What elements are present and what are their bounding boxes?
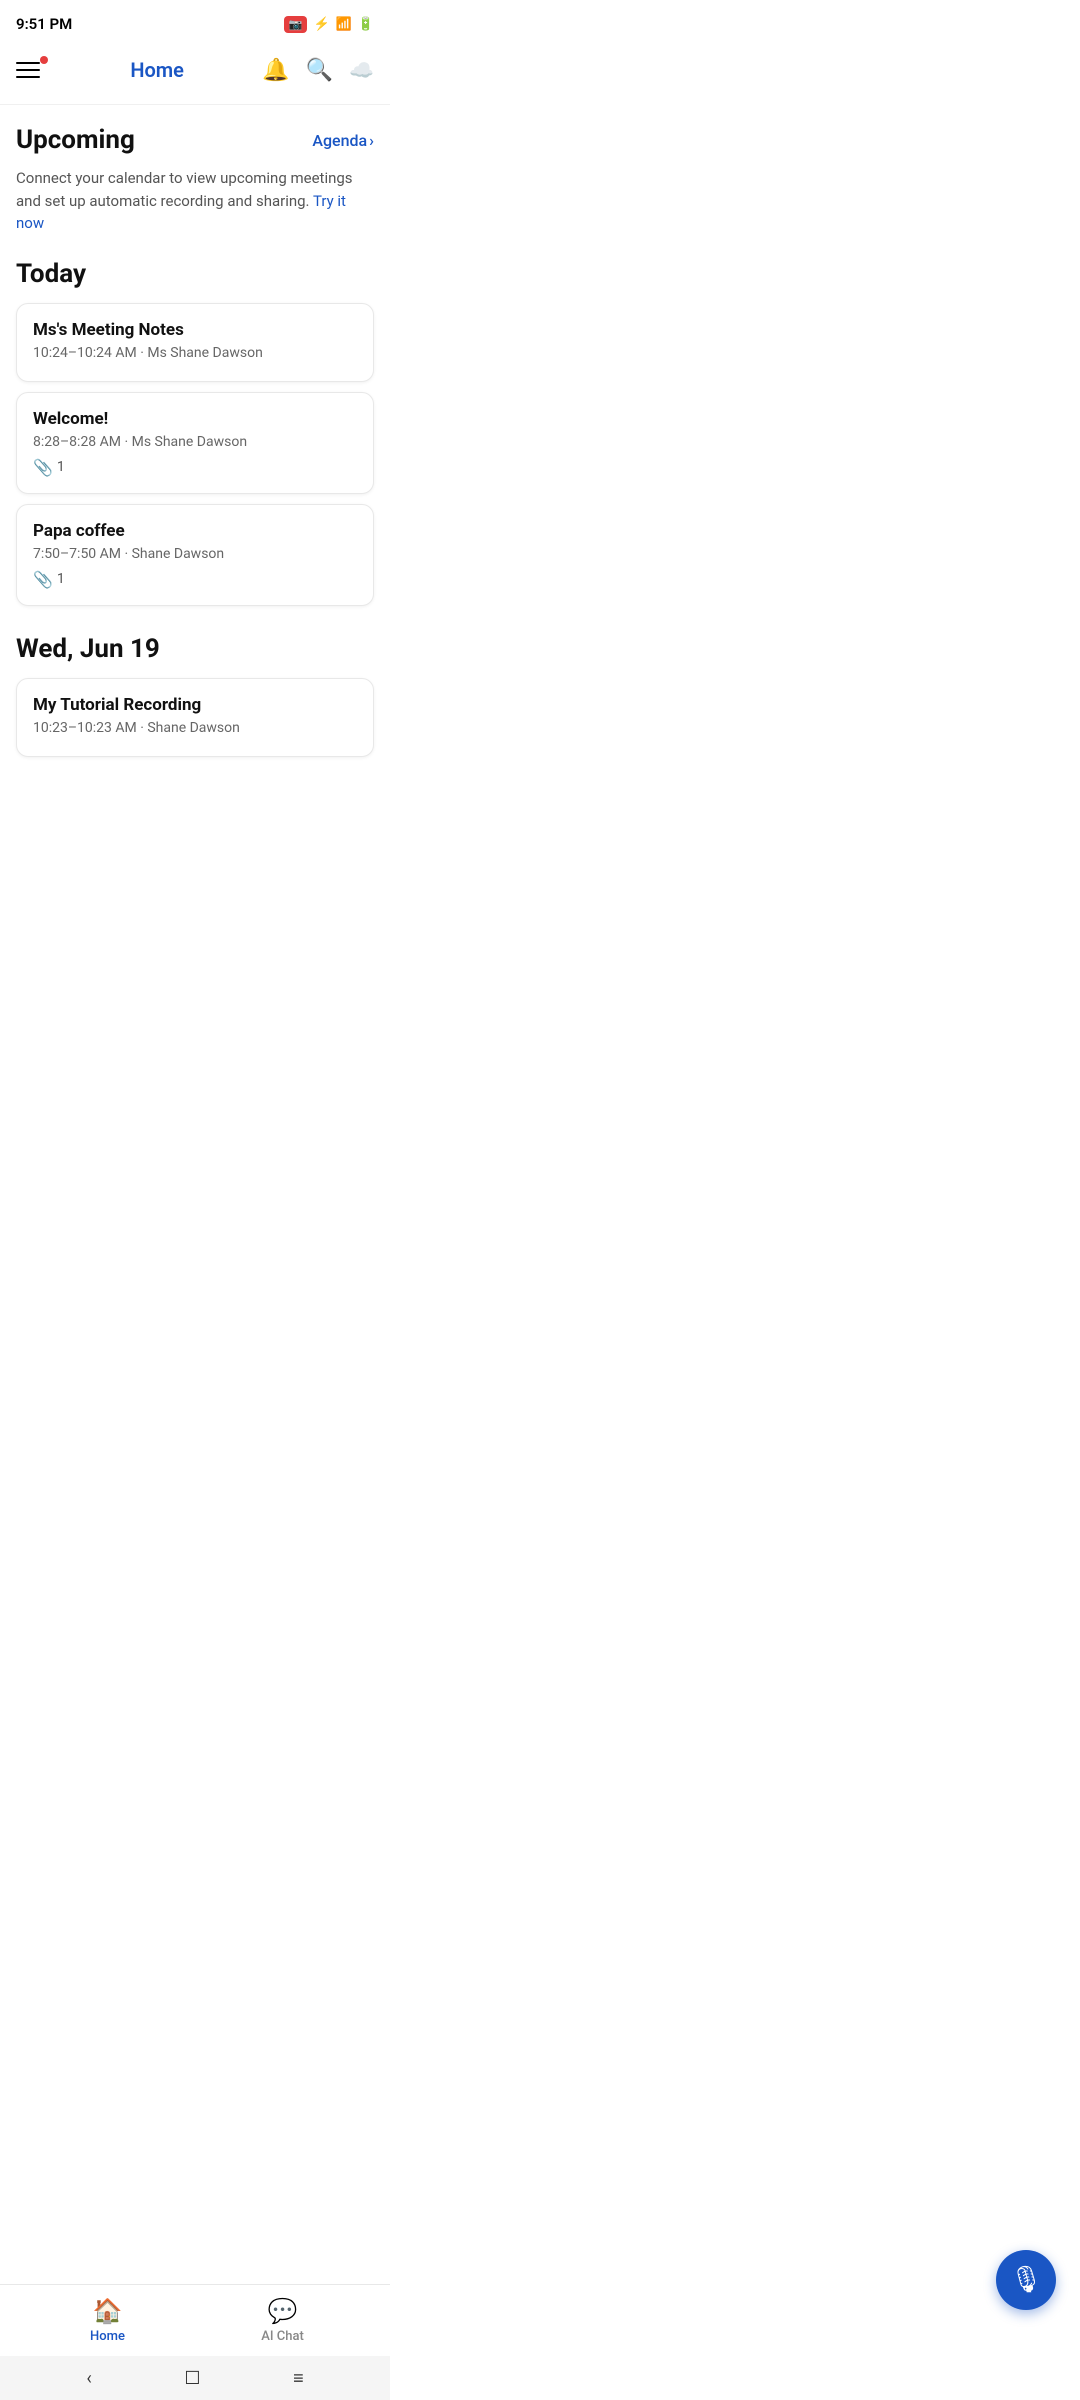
nav-ai-chat[interactable]: 💬 AI Chat	[195, 2289, 370, 2352]
menu-line-1	[16, 62, 40, 64]
notification-icon[interactable]: 🔔	[262, 58, 289, 83]
connect-text-body: Connect your calendar to view upcoming m…	[16, 169, 353, 210]
meeting-actions-3: 📎 1	[33, 570, 357, 589]
meeting-actions-2: 📎 1	[33, 458, 357, 477]
home-nav-icon: 🏠	[93, 2297, 123, 2325]
ai-chat-nav-label: AI Chat	[261, 2329, 304, 2344]
status-icons: 📷 ⚡ 📶 🔋	[284, 16, 374, 33]
bottom-nav: 🏠 Home 💬 AI Chat	[0, 2284, 390, 2356]
clip-count-3: 1	[57, 571, 65, 587]
main-content: Upcoming Agenda › Connect your calendar …	[0, 109, 390, 867]
wifi-icon: 📶	[336, 17, 352, 32]
upload-icon[interactable]: ☁️	[349, 58, 374, 82]
menu-line-2	[16, 69, 40, 71]
menu-notification-dot	[40, 56, 48, 64]
wed-date-title: Wed, Jun 19	[16, 634, 374, 664]
app-header: Home 🔔 🔍 ☁️	[0, 44, 390, 100]
meeting-meta-3: 7:50–7:50 AM · Shane Dawson	[33, 546, 357, 562]
system-back-button[interactable]: ‹	[86, 2368, 91, 2389]
meeting-card-3[interactable]: Papa coffee 7:50–7:50 AM · Shane Dawson …	[16, 504, 374, 606]
search-icon[interactable]: 🔍	[306, 58, 333, 83]
connect-calendar-text: Connect your calendar to view upcoming m…	[16, 167, 374, 235]
today-section: Today Ms's Meeting Notes 10:24–10:24 AM …	[16, 259, 374, 606]
agenda-link[interactable]: Agenda ›	[312, 131, 374, 150]
clip-icon-3: 📎	[33, 570, 53, 589]
system-nav-bar: ‹ ☐ ≡	[0, 2356, 390, 2400]
menu-button[interactable]	[16, 52, 52, 88]
meeting-title-2: Welcome!	[33, 409, 357, 429]
menu-line-3	[16, 76, 40, 78]
meeting-meta-1: 10:24–10:24 AM · Ms Shane Dawson	[33, 345, 357, 361]
meeting-card-wed-1[interactable]: My Tutorial Recording 10:23–10:23 AM · S…	[16, 678, 374, 757]
bluetooth-icon: ⚡	[313, 17, 329, 32]
header-actions: 🔔 🔍 ☁️	[262, 58, 374, 83]
system-menu-button[interactable]: ≡	[293, 2368, 304, 2389]
upcoming-title: Upcoming	[16, 125, 135, 155]
header-divider	[0, 104, 390, 105]
upcoming-header: Upcoming Agenda ›	[16, 109, 374, 155]
ai-chat-nav-icon: 💬	[268, 2297, 298, 2325]
meeting-card-1[interactable]: Ms's Meeting Notes 10:24–10:24 AM · Ms S…	[16, 303, 374, 382]
battery-icon: 🔋	[358, 17, 374, 32]
status-bar: 9:51 PM 📷 ⚡ 📶 🔋	[0, 0, 390, 44]
home-nav-label: Home	[90, 2329, 125, 2344]
status-time: 9:51 PM	[16, 15, 72, 33]
record-fab[interactable]: 🎙	[996, 2250, 1056, 2310]
wed-section: Wed, Jun 19 My Tutorial Recording 10:23–…	[16, 634, 374, 757]
system-home-button[interactable]: ☐	[184, 2368, 200, 2389]
time-text: 9:51 PM	[16, 15, 72, 33]
meeting-title-3: Papa coffee	[33, 521, 357, 541]
meeting-meta-2: 8:28–8:28 AM · Ms Shane Dawson	[33, 434, 357, 450]
meeting-title-wed-1: My Tutorial Recording	[33, 695, 357, 715]
microphone-icon: 🎙	[1009, 2265, 1042, 2295]
meeting-title-1: Ms's Meeting Notes	[33, 320, 357, 340]
recording-badge: 📷	[284, 16, 308, 33]
agenda-label: Agenda	[312, 131, 367, 150]
chevron-right-icon: ›	[369, 131, 374, 150]
clip-count-2: 1	[57, 459, 65, 475]
meeting-card-2[interactable]: Welcome! 8:28–8:28 AM · Ms Shane Dawson …	[16, 392, 374, 494]
clip-icon-2: 📎	[33, 458, 53, 477]
today-title: Today	[16, 259, 374, 289]
meeting-meta-wed-1: 10:23–10:23 AM · Shane Dawson	[33, 720, 357, 736]
camera-icon: 📷	[289, 18, 303, 31]
header-title: Home	[130, 58, 184, 82]
nav-home[interactable]: 🏠 Home	[20, 2289, 195, 2352]
upcoming-section: Upcoming Agenda › Connect your calendar …	[16, 109, 374, 235]
